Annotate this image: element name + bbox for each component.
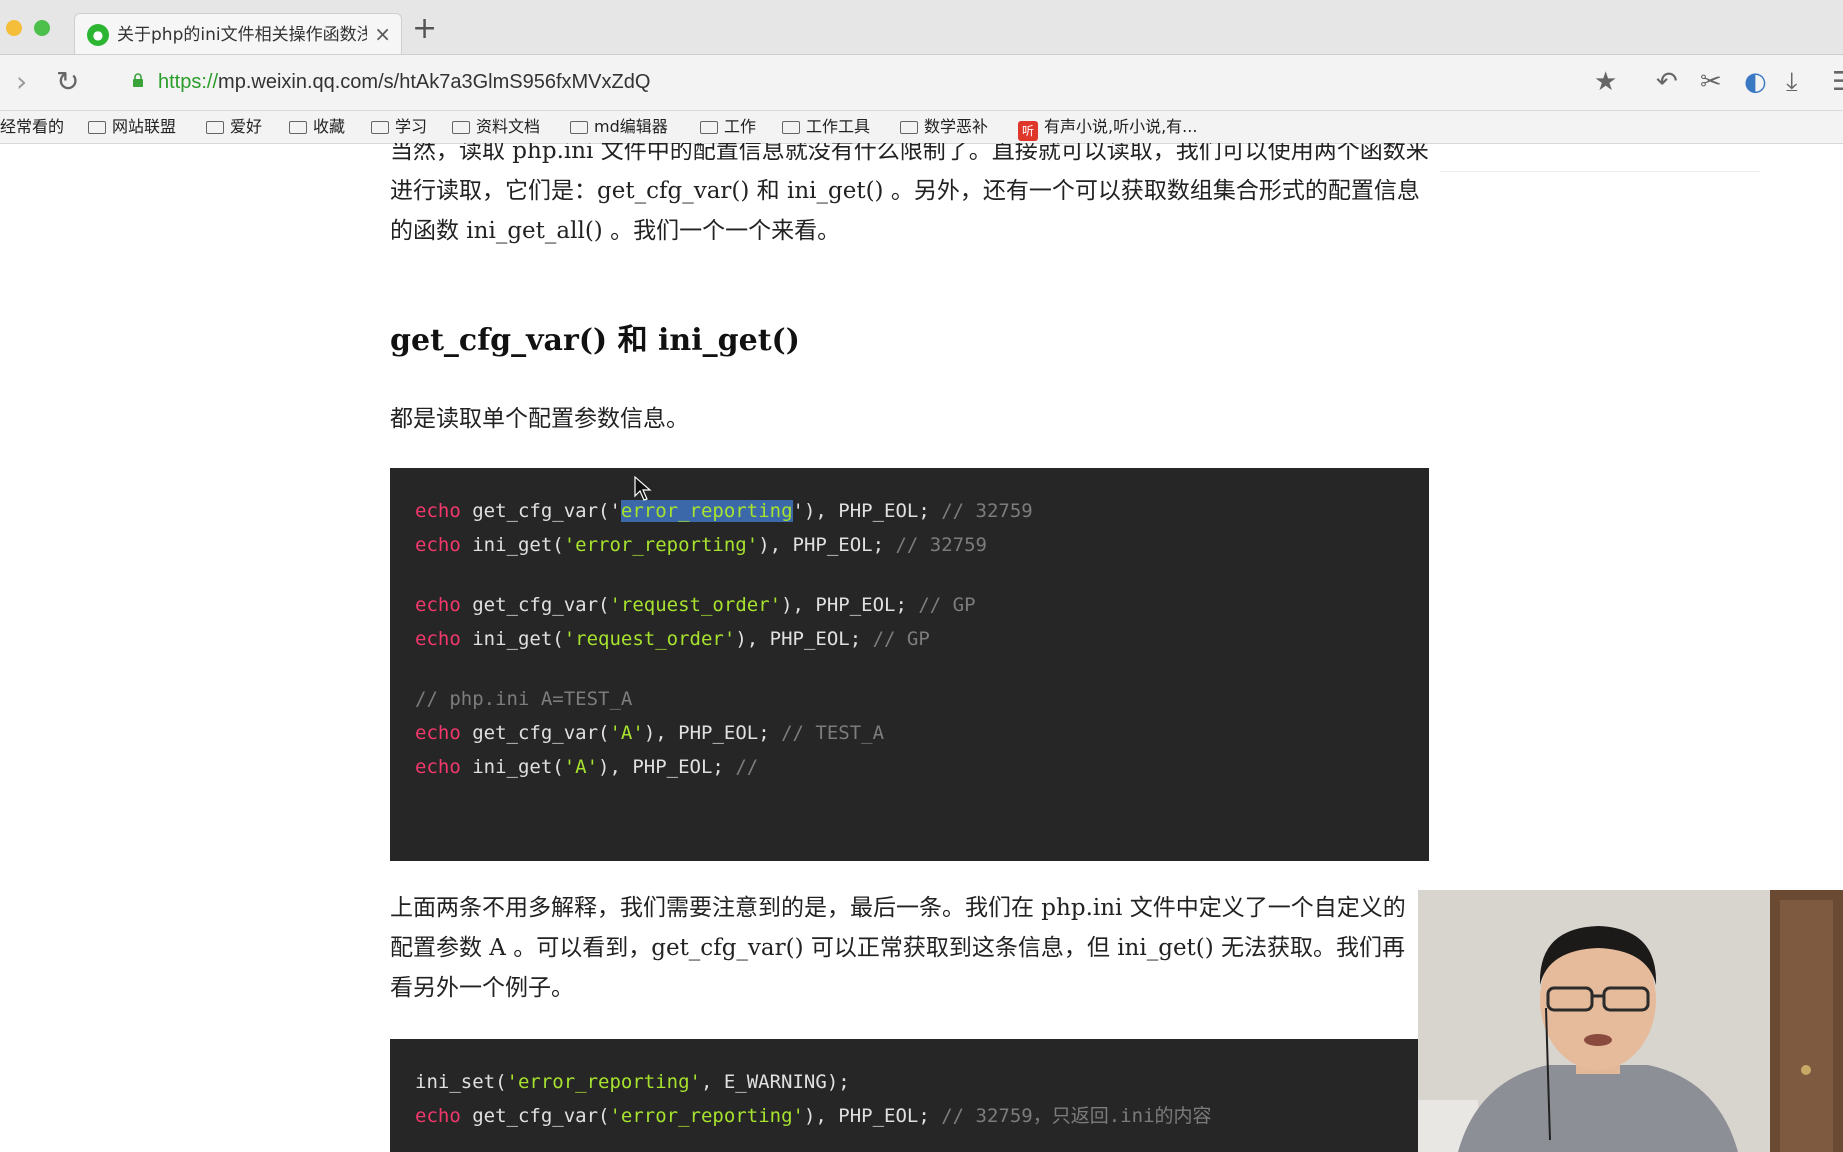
- code-line: ini_set('error_reporting', E_WARNING);: [415, 1071, 850, 1093]
- scissors-icon[interactable]: ✂: [1700, 67, 1722, 97]
- bookmark-folder[interactable]: 学习: [371, 111, 427, 143]
- presenter-image: [1418, 890, 1843, 1152]
- folder-icon: [289, 121, 307, 134]
- minimize-window-button[interactable]: [6, 20, 22, 36]
- code-block[interactable]: ini_set('error_reporting', E_WARNING); e…: [390, 1039, 1429, 1152]
- url-scheme: https://: [158, 71, 219, 93]
- browser-tab[interactable]: ● 关于php的ini文件相关操作函数浅析 ×: [74, 13, 402, 54]
- selected-text: error_reporting: [620, 500, 793, 522]
- bookmark-folder[interactable]: 工作工具: [782, 111, 870, 143]
- description-paragraph: 都是读取单个配置参数信息。: [390, 406, 689, 432]
- bookmarks-bar: 经常看的 网站联盟 爱好 收藏 学习 资料文档 md编辑器 工作 工作工具 数学…: [0, 111, 1843, 144]
- tab-bar: ● 关于php的ini文件相关操作函数浅析 × +: [0, 0, 1843, 55]
- folder-icon: [700, 121, 718, 134]
- tab-title: 关于php的ini文件相关操作函数浅析: [117, 25, 367, 45]
- download-icon[interactable]: ⤓: [1786, 67, 1798, 97]
- section-heading: get_cfg_var() 和 ini_get(): [390, 323, 800, 358]
- folder-icon: [900, 121, 918, 134]
- menu-icon[interactable]: ☰: [1832, 67, 1843, 97]
- intro-paragraph: 当然，读取 php.ini 文件中的配置信息就没有什么限制了。直接就可以读取，我…: [390, 143, 1429, 244]
- forward-icon[interactable]: ›: [16, 67, 27, 97]
- divider: [1440, 171, 1760, 172]
- bookmark-folder[interactable]: 收藏: [289, 111, 345, 143]
- code-line: echo ini_get('A'), PHP_EOL; //: [415, 756, 759, 778]
- bookmark-item[interactable]: 经常看的: [0, 111, 64, 143]
- bookmark-folder[interactable]: 工作: [700, 111, 756, 143]
- webcam-video: [1418, 890, 1843, 1152]
- url-path: mp.weixin.qq.com/s/htAk7a3GlmS956fxMVxZd…: [218, 71, 651, 93]
- close-tab-button[interactable]: ×: [374, 22, 391, 46]
- explanation-paragraph: 上面两条不用多解释，我们需要注意到的是，最后一条。我们在 php.ini 文件中…: [390, 895, 1406, 1001]
- bookmark-folder[interactable]: 网站联盟: [88, 111, 176, 143]
- new-tab-button[interactable]: +: [412, 14, 437, 44]
- code-line: echo get_cfg_var('error_reporting'), PHP…: [415, 500, 1033, 522]
- bookmark-folder[interactable]: 资料文档: [452, 111, 540, 143]
- mouse-cursor-icon: [634, 476, 652, 501]
- folder-icon: [782, 121, 800, 134]
- reload-icon[interactable]: ↻: [56, 67, 79, 97]
- ting-icon: 听: [1018, 121, 1038, 141]
- bookmark-folder[interactable]: 爱好: [206, 111, 262, 143]
- url-field[interactable]: https://mp.weixin.qq.com/s/htAk7a3GlmS95…: [158, 69, 650, 95]
- extension-icon[interactable]: ◐: [1744, 67, 1767, 97]
- wechat-icon: ●: [87, 24, 109, 46]
- bookmark-folder[interactable]: 数学恶补: [900, 111, 988, 143]
- lock-icon: [133, 73, 143, 87]
- folder-icon: [371, 121, 389, 134]
- folder-icon: [570, 121, 588, 134]
- folder-icon: [88, 121, 106, 134]
- code-line: echo get_cfg_var('A'), PHP_EOL; // TEST_…: [415, 722, 885, 744]
- bookmark-item[interactable]: 听有声小说,听小说,有...: [1018, 111, 1197, 143]
- bookmark-star-icon[interactable]: ★: [1594, 67, 1617, 97]
- code-line: echo ini_get('request_order'), PHP_EOL; …: [415, 628, 930, 650]
- code-line: echo get_cfg_var('error_reporting'), PHP…: [415, 1105, 1212, 1127]
- code-line: echo ini_get('error_reporting'), PHP_EOL…: [415, 534, 987, 556]
- zoom-window-button[interactable]: [34, 20, 50, 36]
- code-line: echo get_cfg_var('request_order'), PHP_E…: [415, 594, 976, 616]
- folder-icon: [452, 121, 470, 134]
- code-block[interactable]: echo get_cfg_var('error_reporting'), PHP…: [390, 468, 1429, 861]
- code-line: // php.ini A=TEST_A: [415, 688, 633, 710]
- address-bar: › ↻ https://mp.weixin.qq.com/s/htAk7a3Gl…: [0, 55, 1843, 111]
- bookmark-folder[interactable]: md编辑器: [570, 111, 668, 143]
- undo-icon[interactable]: ↶: [1656, 67, 1678, 97]
- folder-icon: [206, 121, 224, 134]
